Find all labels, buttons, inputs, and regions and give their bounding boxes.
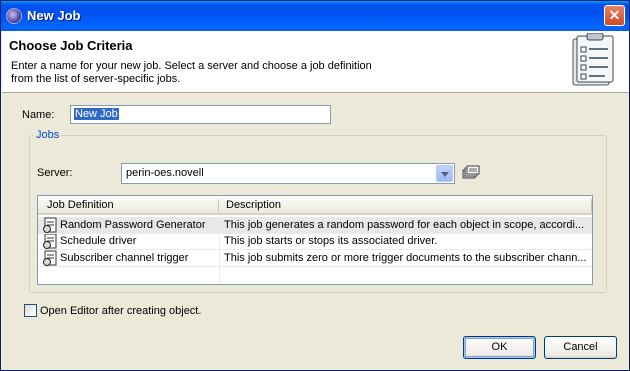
name-input-value: New Job	[74, 108, 119, 120]
cancel-button[interactable]: Cancel	[544, 336, 617, 359]
chevron-down-icon[interactable]	[436, 165, 453, 182]
job-definition-cell: Subscriber channel trigger	[60, 252, 189, 264]
name-label: Name:	[22, 109, 55, 121]
row-divider	[38, 233, 592, 234]
close-icon: ✕	[608, 7, 621, 23]
column-divider[interactable]	[218, 199, 219, 212]
job-definition-cell: Random Password Generator	[60, 219, 206, 231]
job-document-icon	[572, 33, 614, 86]
table-row[interactable]: Schedule driver This job starts or stops…	[38, 233, 592, 249]
job-icon	[43, 233, 57, 249]
row-divider	[38, 249, 592, 250]
page-title: Choose Job Criteria	[9, 38, 133, 53]
row-divider	[38, 266, 592, 267]
server-label: Server:	[37, 167, 73, 179]
name-input[interactable]: New Job	[70, 105, 331, 124]
job-definitions-table: Job Definition Description Random Passwo…	[37, 195, 593, 285]
browse-server-icon[interactable]	[462, 165, 480, 181]
table-header: Job Definition Description	[38, 196, 592, 215]
new-job-dialog: New Job ✕ Choose Job Criteria Enter a na…	[0, 0, 630, 371]
ok-button[interactable]: OK	[463, 336, 536, 359]
column-gridline	[219, 215, 220, 284]
column-divider	[591, 199, 592, 212]
wizard-header: Choose Job Criteria Enter a name for you…	[2, 31, 629, 93]
table-row[interactable]: Subscriber channel trigger This job subm…	[38, 250, 592, 266]
description-cell: This job starts or stops its associated …	[224, 235, 438, 247]
close-button[interactable]: ✕	[604, 5, 625, 26]
jobs-group-legend: Jobs	[34, 129, 62, 141]
description-cell: This job submits zero or more trigger do…	[224, 252, 587, 264]
title-bar[interactable]: New Job ✕	[1, 1, 629, 31]
job-definition-cell: Schedule driver	[60, 235, 137, 247]
window-title: New Job	[27, 8, 81, 23]
eclipse-app-icon	[6, 8, 22, 24]
description-line-1: Enter a name for your new job. Select a …	[11, 60, 372, 72]
job-icon	[43, 250, 57, 266]
job-icon	[43, 217, 57, 233]
page-description: Enter a name for your new job. Select a …	[11, 60, 431, 86]
open-editor-checkbox[interactable]	[24, 304, 37, 317]
column-header-description[interactable]: Description	[226, 199, 281, 211]
open-editor-label[interactable]: Open Editor after creating object.	[40, 305, 201, 317]
description-cell: This job generates a random password for…	[224, 219, 585, 231]
server-value: perin-oes.novell	[126, 167, 204, 179]
server-dropdown[interactable]: perin-oes.novell	[121, 163, 455, 184]
column-header-job-definition[interactable]: Job Definition	[47, 199, 114, 211]
description-line-2: from the list of server-specific jobs.	[11, 73, 181, 85]
table-row[interactable]: Random Password Generator This job gener…	[38, 217, 592, 233]
